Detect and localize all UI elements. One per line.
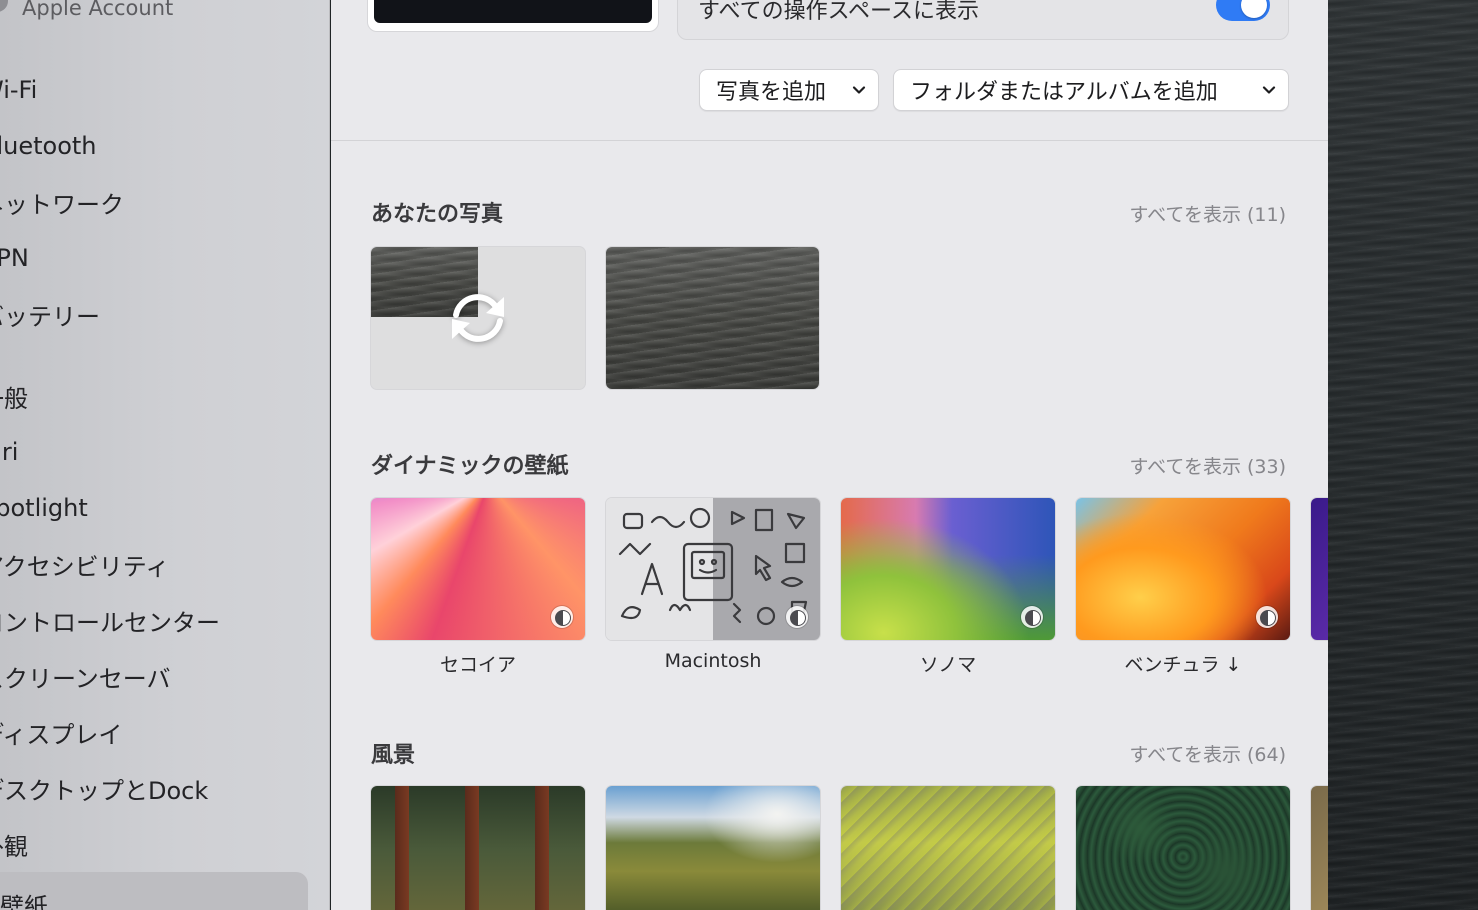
sidebar-item-label: スクリーンセーバ [0, 664, 171, 693]
divider [331, 140, 1328, 141]
wallpaper-caption: ソノマ [919, 654, 977, 676]
sidebar-item-network[interactable]: ネットワーク [0, 182, 310, 222]
sidebar-item-label: デスクトップとDock [0, 776, 209, 805]
sidebar-item-wifi[interactable]: Wi-Fi [0, 70, 310, 110]
wallpaper-caption: Macintosh [664, 650, 762, 672]
add-folder-album-button[interactable]: フォルダまたはアルバムを追加 [893, 69, 1289, 111]
sidebar-item-label: アクセシビリティ [0, 552, 170, 581]
sidebar: Apple Account Wi-Fi Bluetooth ネットワーク VPN… [0, 0, 330, 910]
sidebar-item-label: 一般 [0, 384, 28, 413]
dynamic-wallpaper-icon [786, 606, 808, 628]
sidebar-item-displays[interactable]: ディスプレイ [0, 712, 310, 752]
sidebar-item-label: バッテリー [0, 302, 100, 331]
wallpaper-ventura-tile[interactable] [1076, 498, 1290, 640]
wallpaper-forest-tile[interactable] [371, 786, 585, 910]
sidebar-item-screen-saver[interactable]: スクリーンセーバ [0, 656, 310, 696]
wallpaper-valley-tile[interactable] [841, 786, 1055, 910]
sidebar-item-label: 外観 [0, 832, 28, 861]
sidebar-item-label: VPN [0, 244, 29, 272]
sidebar-item-control-center[interactable]: コントロールセンター [0, 600, 310, 640]
show-all-your-photos[interactable]: すべてを表示 (11) [1129, 200, 1286, 227]
wallpaper-caption: ベンチュラ ↓ [1124, 654, 1242, 676]
photo-water-tile[interactable] [606, 247, 819, 389]
sidebar-item-label: Wi-Fi [0, 76, 38, 104]
toggle-knob [1241, 0, 1267, 18]
dynamic-wallpaper-icon [1021, 606, 1043, 628]
wallpaper-next-tile[interactable] [1311, 498, 1328, 640]
wallpaper-sequoia-tile[interactable] [371, 498, 585, 640]
dynamic-wallpaper-icon [1256, 606, 1278, 628]
sidebar-item-label: ネットワーク [0, 190, 124, 219]
current-wallpaper-thumbnail [374, 0, 652, 23]
sidebar-item-general[interactable]: 一般 [0, 376, 310, 416]
chevron-down-icon [852, 86, 866, 94]
sidebar-item-battery[interactable]: バッテリー [0, 294, 310, 334]
account-avatar[interactable] [0, 0, 8, 12]
show-all-spaces-row: すべての操作スペースに表示 [677, 0, 1289, 40]
wallpaper-trees-tile[interactable] [1076, 786, 1290, 910]
sidebar-item-accessibility[interactable]: アクセシビリティ [0, 544, 310, 584]
sidebar-item-appearance[interactable]: 外観 [0, 824, 310, 864]
sidebar-item-label: Spotlight [0, 494, 88, 522]
section-title-dynamic-wallpapers: ダイナミックの壁紙 [371, 454, 569, 479]
sidebar-item-label: コントロールセンター [0, 608, 220, 637]
sidebar-item-label: Siri [0, 438, 19, 466]
show-all-landscape[interactable]: すべてを表示 (64) [1129, 740, 1286, 767]
add-folder-album-label: フォルダまたはアルバムを追加 [910, 80, 1218, 105]
show-all-spaces-label: すべての操作スペースに表示 [698, 0, 979, 24]
chevron-down-icon [1262, 86, 1276, 94]
refresh-icon [452, 294, 504, 342]
wallpaper-hills-tile[interactable] [606, 786, 820, 910]
sidebar-item-wallpaper[interactable]: 壁紙 [0, 872, 308, 910]
sidebar-item-label: ディスプレイ [0, 720, 123, 749]
sidebar-item-spotlight[interactable]: Spotlight [0, 488, 310, 528]
wallpaper-caption: セコイア [439, 654, 516, 676]
add-photo-button[interactable]: 写真を追加 [699, 69, 879, 111]
wallpaper-macintosh-tile[interactable] [606, 498, 820, 640]
sidebar-item-label: 壁紙 [0, 892, 48, 910]
sidebar-item-bluetooth[interactable]: Bluetooth [0, 126, 310, 166]
sidebar-item-vpn[interactable]: VPN [0, 238, 310, 278]
wallpaper-next-tile[interactable] [1311, 786, 1328, 910]
add-photo-label: 写真を追加 [716, 80, 827, 105]
show-all-spaces-toggle[interactable] [1216, 0, 1270, 21]
shuffle-photos-tile[interactable] [371, 247, 585, 389]
sidebar-account-label[interactable]: Apple Account [22, 0, 173, 20]
sidebar-item-label: Bluetooth [0, 132, 97, 160]
section-title-your-photos: あなたの写真 [371, 202, 504, 227]
wallpaper-settings-panel: すべての操作スペースに表示 写真を追加 フォルダまたはアルバムを追加 あなたの写… [331, 0, 1328, 910]
sidebar-item-desktop-dock[interactable]: デスクトップとDock [0, 768, 310, 808]
sidebar-item-siri[interactable]: Siri [0, 432, 310, 472]
dynamic-wallpaper-icon [551, 606, 573, 628]
wallpaper-sonoma-tile[interactable] [841, 498, 1055, 640]
desktop-background [1328, 0, 1478, 910]
show-all-dynamic-wallpapers[interactable]: すべてを表示 (33) [1129, 452, 1286, 479]
section-title-landscape: 風景 [371, 743, 416, 768]
current-wallpaper-preview [367, 0, 659, 32]
